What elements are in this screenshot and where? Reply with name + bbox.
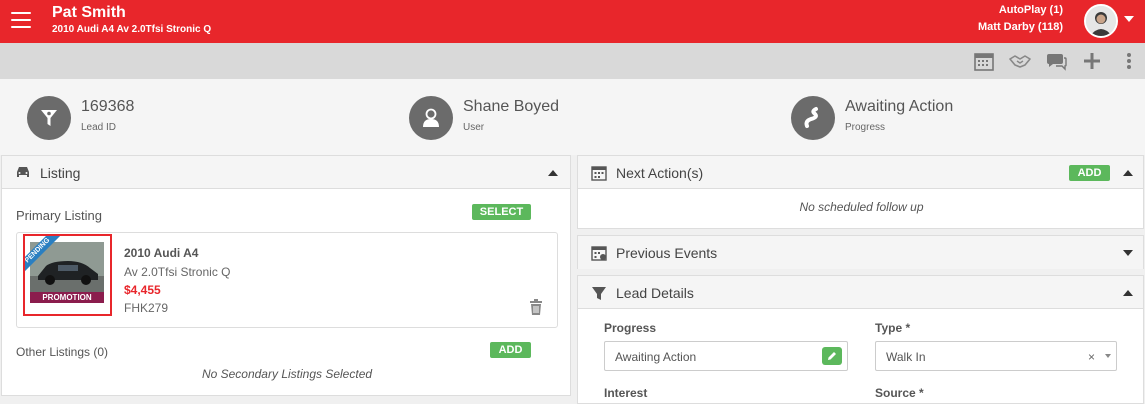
lead-id-label: Lead ID <box>81 122 117 133</box>
user-label: User <box>463 122 485 133</box>
chevron-down-icon[interactable] <box>1123 250 1133 256</box>
add-action-button[interactable]: ADD <box>1069 165 1110 181</box>
select-button[interactable]: SELECT <box>472 204 531 220</box>
car-icon <box>15 165 31 181</box>
type-select[interactable]: Walk In <box>875 341 1117 371</box>
funnel-icon <box>27 96 71 140</box>
progress-label: Progress <box>845 122 886 133</box>
lead-details-panel: Lead Details Progress Awaiting Action Ty… <box>577 275 1144 404</box>
user-link[interactable]: Matt Darby (118) <box>978 21 1063 33</box>
clear-icon[interactable]: × <box>1088 350 1095 364</box>
listing-card-price: $4,455 <box>124 283 161 297</box>
listing-card-title: 2010 Audi A4 <box>124 246 199 260</box>
chevron-down-icon[interactable] <box>1124 16 1134 22</box>
road-icon <box>791 96 835 140</box>
avatar[interactable] <box>1084 4 1118 38</box>
menu-icon[interactable] <box>11 12 31 30</box>
add-listing-button[interactable]: ADD <box>490 342 531 358</box>
calendar-check-icon <box>591 245 607 261</box>
calendar-icon[interactable] <box>973 50 995 72</box>
no-followup-note: No scheduled follow up <box>799 200 924 214</box>
progress-field: Awaiting Action <box>604 341 848 371</box>
funnel-icon <box>591 285 607 301</box>
listing-panel: Listing Primary Listing SELECT PROMOTION… <box>1 155 571 396</box>
more-vertical-icon[interactable] <box>1118 50 1140 72</box>
listing-card-subtitle: Av 2.0Tfsi Stronic Q <box>124 265 231 279</box>
toolbar <box>0 43 1145 79</box>
listing-header[interactable]: Listing <box>2 156 570 189</box>
chat-icon[interactable] <box>1045 50 1067 72</box>
other-listings-label: Other Listings (0) <box>16 345 109 359</box>
lead-details-title: Lead Details <box>616 285 694 301</box>
listing-card-stock: FHK279 <box>124 301 169 315</box>
listing-title: Listing <box>40 165 81 181</box>
chevron-up-icon[interactable] <box>1123 170 1133 176</box>
autoplay-link[interactable]: AutoPlay (1) <box>999 4 1063 16</box>
plus-icon[interactable] <box>1081 50 1103 72</box>
trash-icon[interactable] <box>529 299 543 315</box>
user-value: Shane Boyed <box>463 98 560 115</box>
top-bar: Pat Smith 2010 Audi A4 Av 2.0Tfsi Stroni… <box>0 0 1145 43</box>
previous-events-panel: Previous Events <box>577 235 1144 269</box>
lead-id-value: 169368 <box>81 98 135 115</box>
chevron-up-icon[interactable] <box>548 170 558 176</box>
user-icon <box>409 96 453 140</box>
edit-progress-button[interactable] <box>822 347 842 365</box>
promotion-badge: PROMOTION <box>30 292 104 303</box>
listing-thumbnail[interactable]: PROMOTION PENDING <box>23 234 112 316</box>
progress-field-label: Progress <box>604 321 657 335</box>
chevron-up-icon[interactable] <box>1123 290 1133 296</box>
chevron-down-icon[interactable] <box>1105 354 1111 358</box>
progress-value: Awaiting Action <box>845 98 954 115</box>
no-secondary-note: No Secondary Listings Selected <box>201 367 373 381</box>
previous-events-header[interactable]: Previous Events <box>578 236 1143 269</box>
next-actions-header[interactable]: Next Action(s) ADD <box>578 156 1143 189</box>
source-field-label: Source * <box>875 386 924 400</box>
interest-field-label: Interest <box>604 386 648 400</box>
lead-summary: 169368 Lead ID Shane Boyed User Awaiting… <box>0 79 1145 155</box>
previous-events-title: Previous Events <box>616 245 718 261</box>
customer-vehicle: 2010 Audi A4 Av 2.0Tfsi Stronic Q <box>52 24 212 35</box>
lead-details-header[interactable]: Lead Details <box>578 276 1143 309</box>
calendar-icon <box>591 165 607 181</box>
handshake-icon[interactable] <box>1009 50 1031 72</box>
customer-name: Pat Smith <box>52 4 126 21</box>
next-actions-panel: Next Action(s) ADD No scheduled follow u… <box>577 155 1144 229</box>
listing-card[interactable]: PROMOTION PENDING 2010 Audi A4 Av 2.0Tfs… <box>16 232 558 328</box>
next-actions-title: Next Action(s) <box>616 165 704 181</box>
type-field-label: Type * <box>875 321 911 335</box>
primary-listing-label: Primary Listing <box>16 208 102 223</box>
